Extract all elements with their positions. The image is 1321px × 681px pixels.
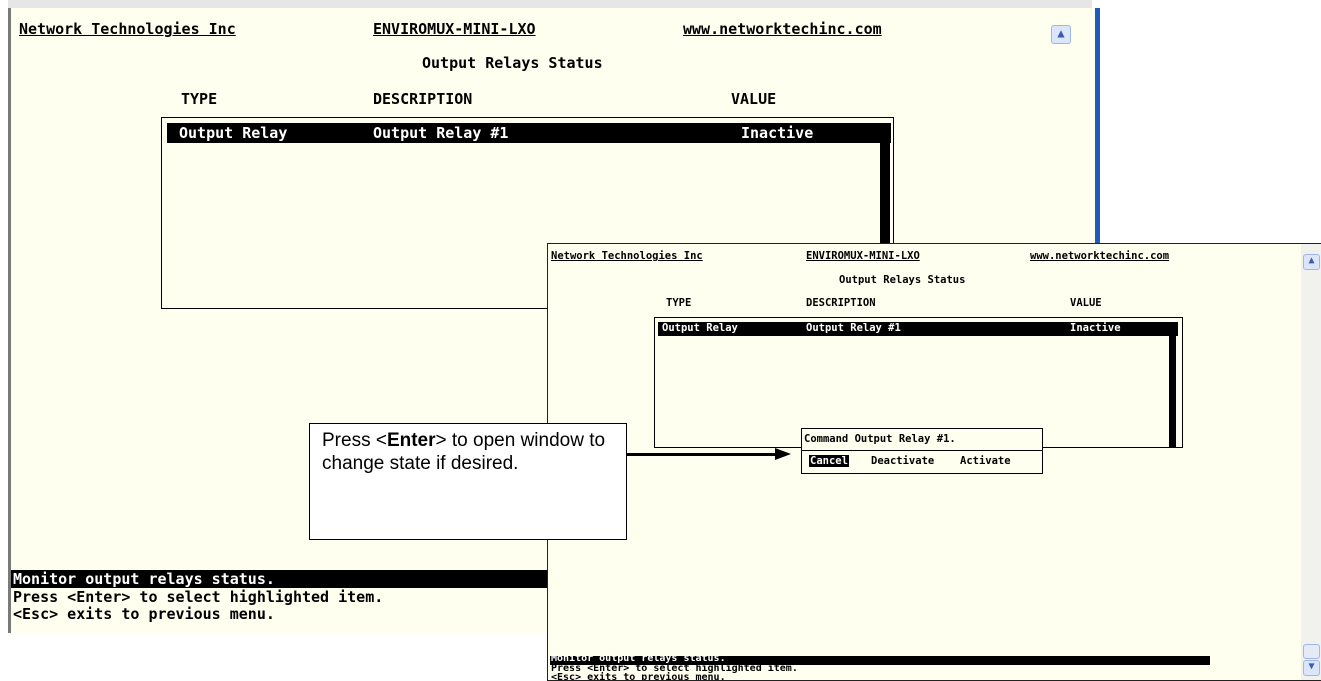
footer-line3: <Esc> exits to previous menu.: [13, 605, 275, 623]
column-header-type: TYPE: [181, 90, 218, 108]
header-product: ENVIROMUX-MINI-LXO: [806, 250, 920, 262]
callout-note: Press <Enter> to open window to change s…: [309, 423, 627, 540]
column-header-description: DESCRIPTION: [806, 297, 876, 309]
callout-key: Enter: [386, 430, 436, 451]
row-type: Output Relay: [662, 322, 738, 334]
screen-title: Output Relays Status: [422, 54, 603, 72]
header-company: Network Technologies Inc: [19, 20, 236, 38]
scroll-thumb[interactable]: [1303, 644, 1320, 659]
header-url: www.networktechinc.com: [683, 20, 882, 38]
terminal-window-front: Network Technologies Inc ENVIROMUX-MINI-…: [547, 243, 1321, 681]
relay-list-shadow: [1169, 323, 1176, 447]
scroll-down-button[interactable]: ▼: [1303, 660, 1320, 676]
popup-title: Command Output Relay #1.: [804, 433, 956, 445]
screen-title: Output Relays Status: [839, 274, 966, 286]
popup-option-activate[interactable]: Activate: [960, 455, 1011, 467]
row-type: Output Relay: [179, 124, 288, 142]
header-product: ENVIROMUX-MINI-LXO: [373, 20, 536, 38]
callout-arrow-line: [627, 453, 777, 456]
header-url: www.networktechinc.com: [1030, 250, 1170, 262]
row-value: Inactive: [1070, 322, 1121, 334]
table-row-selected[interactable]: Output Relay Output Relay #1 Inactive: [167, 123, 891, 143]
scrollbar[interactable]: [1301, 244, 1321, 680]
column-header-description: DESCRIPTION: [373, 90, 473, 108]
column-header-type: TYPE: [666, 297, 692, 309]
scroll-up-button[interactable]: ▲: [1303, 254, 1320, 270]
table-row-selected[interactable]: Output Relay Output Relay #1 Inactive: [658, 322, 1178, 336]
footer-line3: <Esc> exits to previous menu.: [551, 672, 726, 681]
scroll-up-button[interactable]: ▲: [1051, 25, 1071, 44]
popup-option-cancel[interactable]: Cancel: [809, 455, 849, 467]
callout-pre: Press <: [322, 430, 387, 451]
footer-line1: Monitor output relays status.: [13, 570, 275, 588]
command-popup-title-box: Command Output Relay #1.: [801, 428, 1043, 452]
arrow-right-icon: [775, 448, 791, 460]
column-header-value: VALUE: [731, 90, 777, 108]
command-popup-options: Cancel Deactivate Activate: [801, 450, 1043, 474]
column-header-value: VALUE: [1070, 297, 1102, 309]
chevron-down-icon: ▼: [1308, 661, 1315, 672]
chevron-up-icon: ▲: [1057, 26, 1065, 40]
row-description: Output Relay #1: [806, 322, 901, 334]
footer-line2: Press <Enter> to select highlighted item…: [13, 588, 384, 606]
status-bar-highlight: Monitor output relays status.: [11, 570, 551, 588]
window-top-strip: [8, 0, 1092, 8]
row-description: Output Relay #1: [373, 124, 509, 142]
row-value: Inactive: [741, 124, 814, 142]
popup-option-deactivate[interactable]: Deactivate: [871, 455, 934, 467]
chevron-up-icon: ▲: [1308, 255, 1315, 266]
header-company: Network Technologies Inc: [551, 250, 703, 262]
